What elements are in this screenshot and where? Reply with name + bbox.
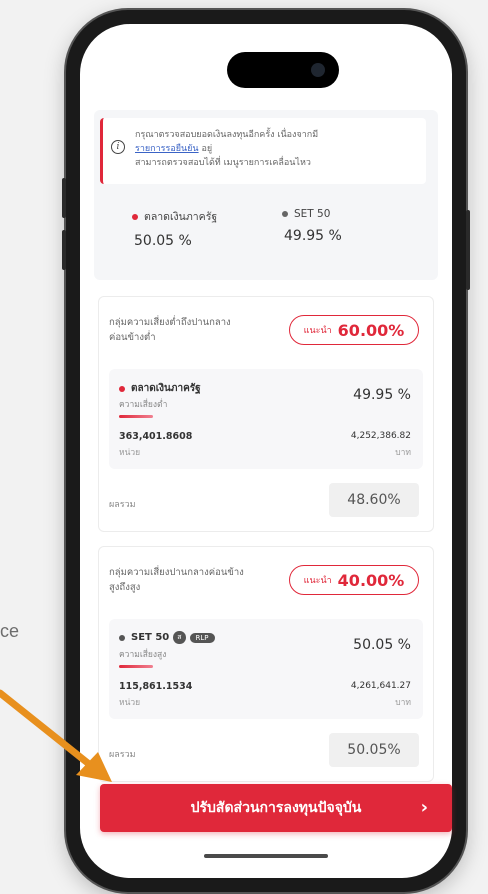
dynamic-island <box>227 52 339 88</box>
camera-icon <box>311 63 325 77</box>
pointer-arrow-icon <box>0 689 112 782</box>
